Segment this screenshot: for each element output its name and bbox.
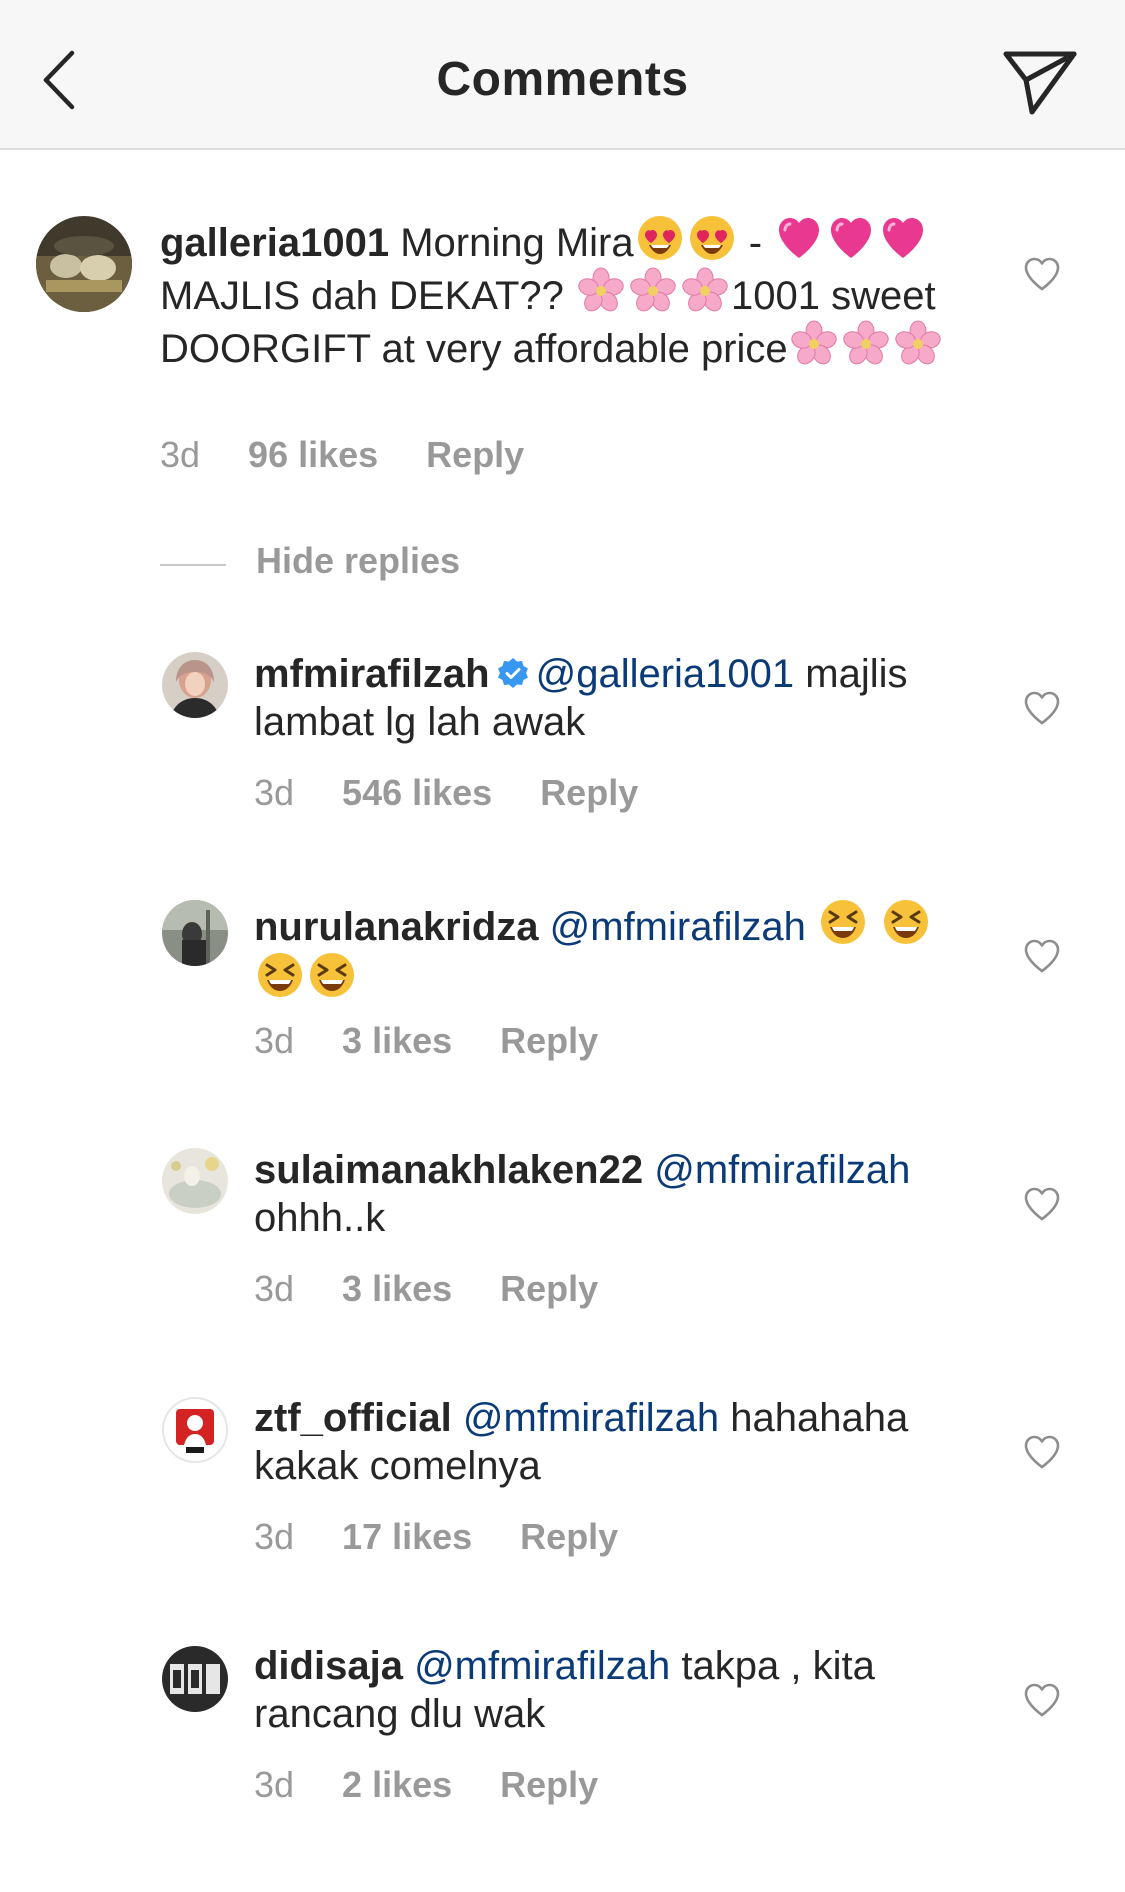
comment-text: galleria1001 Morning Mira - MAJLIS dah D… <box>160 214 960 373</box>
reply-meta: 3d 2 likes Reply <box>254 1764 646 1806</box>
comment-body: MAJLIS dah DEKAT?? <box>160 274 564 318</box>
hide-replies-toggle[interactable]: Hide replies <box>160 540 560 590</box>
heart-eyes-emoji-icon <box>636 214 684 262</box>
reply-button[interactable]: Reply <box>520 1516 618 1558</box>
reply-mention[interactable]: @galleria1001 <box>536 652 795 696</box>
grinning-squinting-emoji-icon <box>256 951 304 999</box>
pink-heart-emoji-icon <box>775 214 823 262</box>
avatar[interactable] <box>162 1646 228 1712</box>
reply-likes[interactable]: 2 likes <box>342 1764 452 1806</box>
reply-mention[interactable]: @mfmirafilzah <box>550 905 806 949</box>
avatar[interactable] <box>162 1397 228 1463</box>
avatar[interactable] <box>162 900 228 966</box>
top-bar: Comments <box>0 0 1125 150</box>
reply-likes[interactable]: 17 likes <box>342 1516 472 1558</box>
like-heart-icon[interactable] <box>1022 936 1062 976</box>
comment-meta: 3d 96 likes Reply <box>160 434 572 476</box>
reply-text: sulaimanakhlaken22 @mfmirafilzah ohhh..k <box>254 1146 974 1242</box>
reply-time: 3d <box>254 1268 295 1309</box>
cherry-blossom-emoji-icon <box>577 267 625 315</box>
reply-time: 3d <box>254 1516 295 1557</box>
comment-likes[interactable]: 96 likes <box>248 434 378 476</box>
reply-username[interactable]: nurulanakridza <box>254 905 539 949</box>
reply-meta: 3d 17 likes Reply <box>254 1516 666 1558</box>
reply-button[interactable]: Reply <box>500 1020 598 1062</box>
cherry-blossom-emoji-icon <box>790 320 838 368</box>
page-title: Comments <box>436 53 689 106</box>
reply-text: ztf_official @mfmirafilzah hahahaha kaka… <box>254 1394 974 1490</box>
reply-meta: 3d 3 likes Reply <box>254 1020 646 1062</box>
avatar[interactable] <box>162 1148 228 1214</box>
reply-likes[interactable]: 546 likes <box>342 772 492 814</box>
cherry-blossom-emoji-icon <box>894 320 942 368</box>
divider <box>160 564 226 566</box>
reply-username[interactable]: mfmirafilzah <box>254 652 490 696</box>
like-heart-icon[interactable] <box>1022 1432 1062 1472</box>
reply-button[interactable]: Reply <box>540 772 638 814</box>
reply-time: 3d <box>254 1764 295 1805</box>
reply-username[interactable]: sulaimanakhlaken22 <box>254 1148 643 1192</box>
reply-meta: 3d 546 likes Reply <box>254 772 686 814</box>
reply-button[interactable]: Reply <box>500 1268 598 1310</box>
like-heart-icon[interactable] <box>1022 688 1062 728</box>
reply-body: ohhh..k <box>254 1196 386 1240</box>
comment-time: 3d <box>160 434 201 475</box>
like-heart-icon[interactable] <box>1022 1680 1062 1720</box>
reply-likes[interactable]: 3 likes <box>342 1020 452 1062</box>
avatar[interactable] <box>36 216 132 312</box>
avatar[interactable] <box>162 652 228 718</box>
reply-username[interactable]: didisaja <box>254 1644 403 1688</box>
reply-text: nurulanakridza @mfmirafilzah <box>254 898 974 1004</box>
reply-button[interactable]: Reply <box>426 434 524 476</box>
reply-username[interactable]: ztf_official <box>254 1396 452 1440</box>
pink-heart-emoji-icon <box>827 214 875 262</box>
like-heart-icon[interactable] <box>1022 254 1062 294</box>
reply-text: mfmirafilzah @galleria1001 majlis lambat… <box>254 650 974 746</box>
verified-badge-icon <box>497 658 528 688</box>
comment-body: Morning Mira <box>400 221 634 265</box>
cherry-blossom-emoji-icon <box>629 267 677 315</box>
reply-text: didisaja @mfmirafilzah takpa , kita ranc… <box>254 1642 974 1738</box>
reply-mention[interactable]: @mfmirafilzah <box>654 1148 910 1192</box>
cherry-blossom-emoji-icon <box>681 267 729 315</box>
reply-likes[interactable]: 3 likes <box>342 1268 452 1310</box>
paper-plane-icon <box>1003 51 1077 115</box>
reply-time: 3d <box>254 1020 295 1061</box>
reply-button[interactable]: Reply <box>500 1764 598 1806</box>
pink-heart-emoji-icon <box>879 214 927 262</box>
comment-body: - <box>748 221 763 265</box>
reply-meta: 3d 3 likes Reply <box>254 1268 646 1310</box>
comment-username[interactable]: galleria1001 <box>160 221 389 265</box>
cherry-blossom-emoji-icon <box>842 320 890 368</box>
heart-eyes-emoji-icon <box>688 214 736 262</box>
like-heart-icon[interactable] <box>1022 1184 1062 1224</box>
reply-time: 3d <box>254 772 295 813</box>
reply-mention[interactable]: @mfmirafilzah <box>463 1396 719 1440</box>
reply-mention[interactable]: @mfmirafilzah <box>414 1644 670 1688</box>
hide-replies-label[interactable]: Hide replies <box>256 540 460 582</box>
grinning-squinting-emoji-icon <box>819 898 867 946</box>
share-button[interactable] <box>1000 48 1080 118</box>
grinning-squinting-emoji-icon <box>882 898 930 946</box>
grinning-squinting-emoji-icon <box>308 951 356 999</box>
